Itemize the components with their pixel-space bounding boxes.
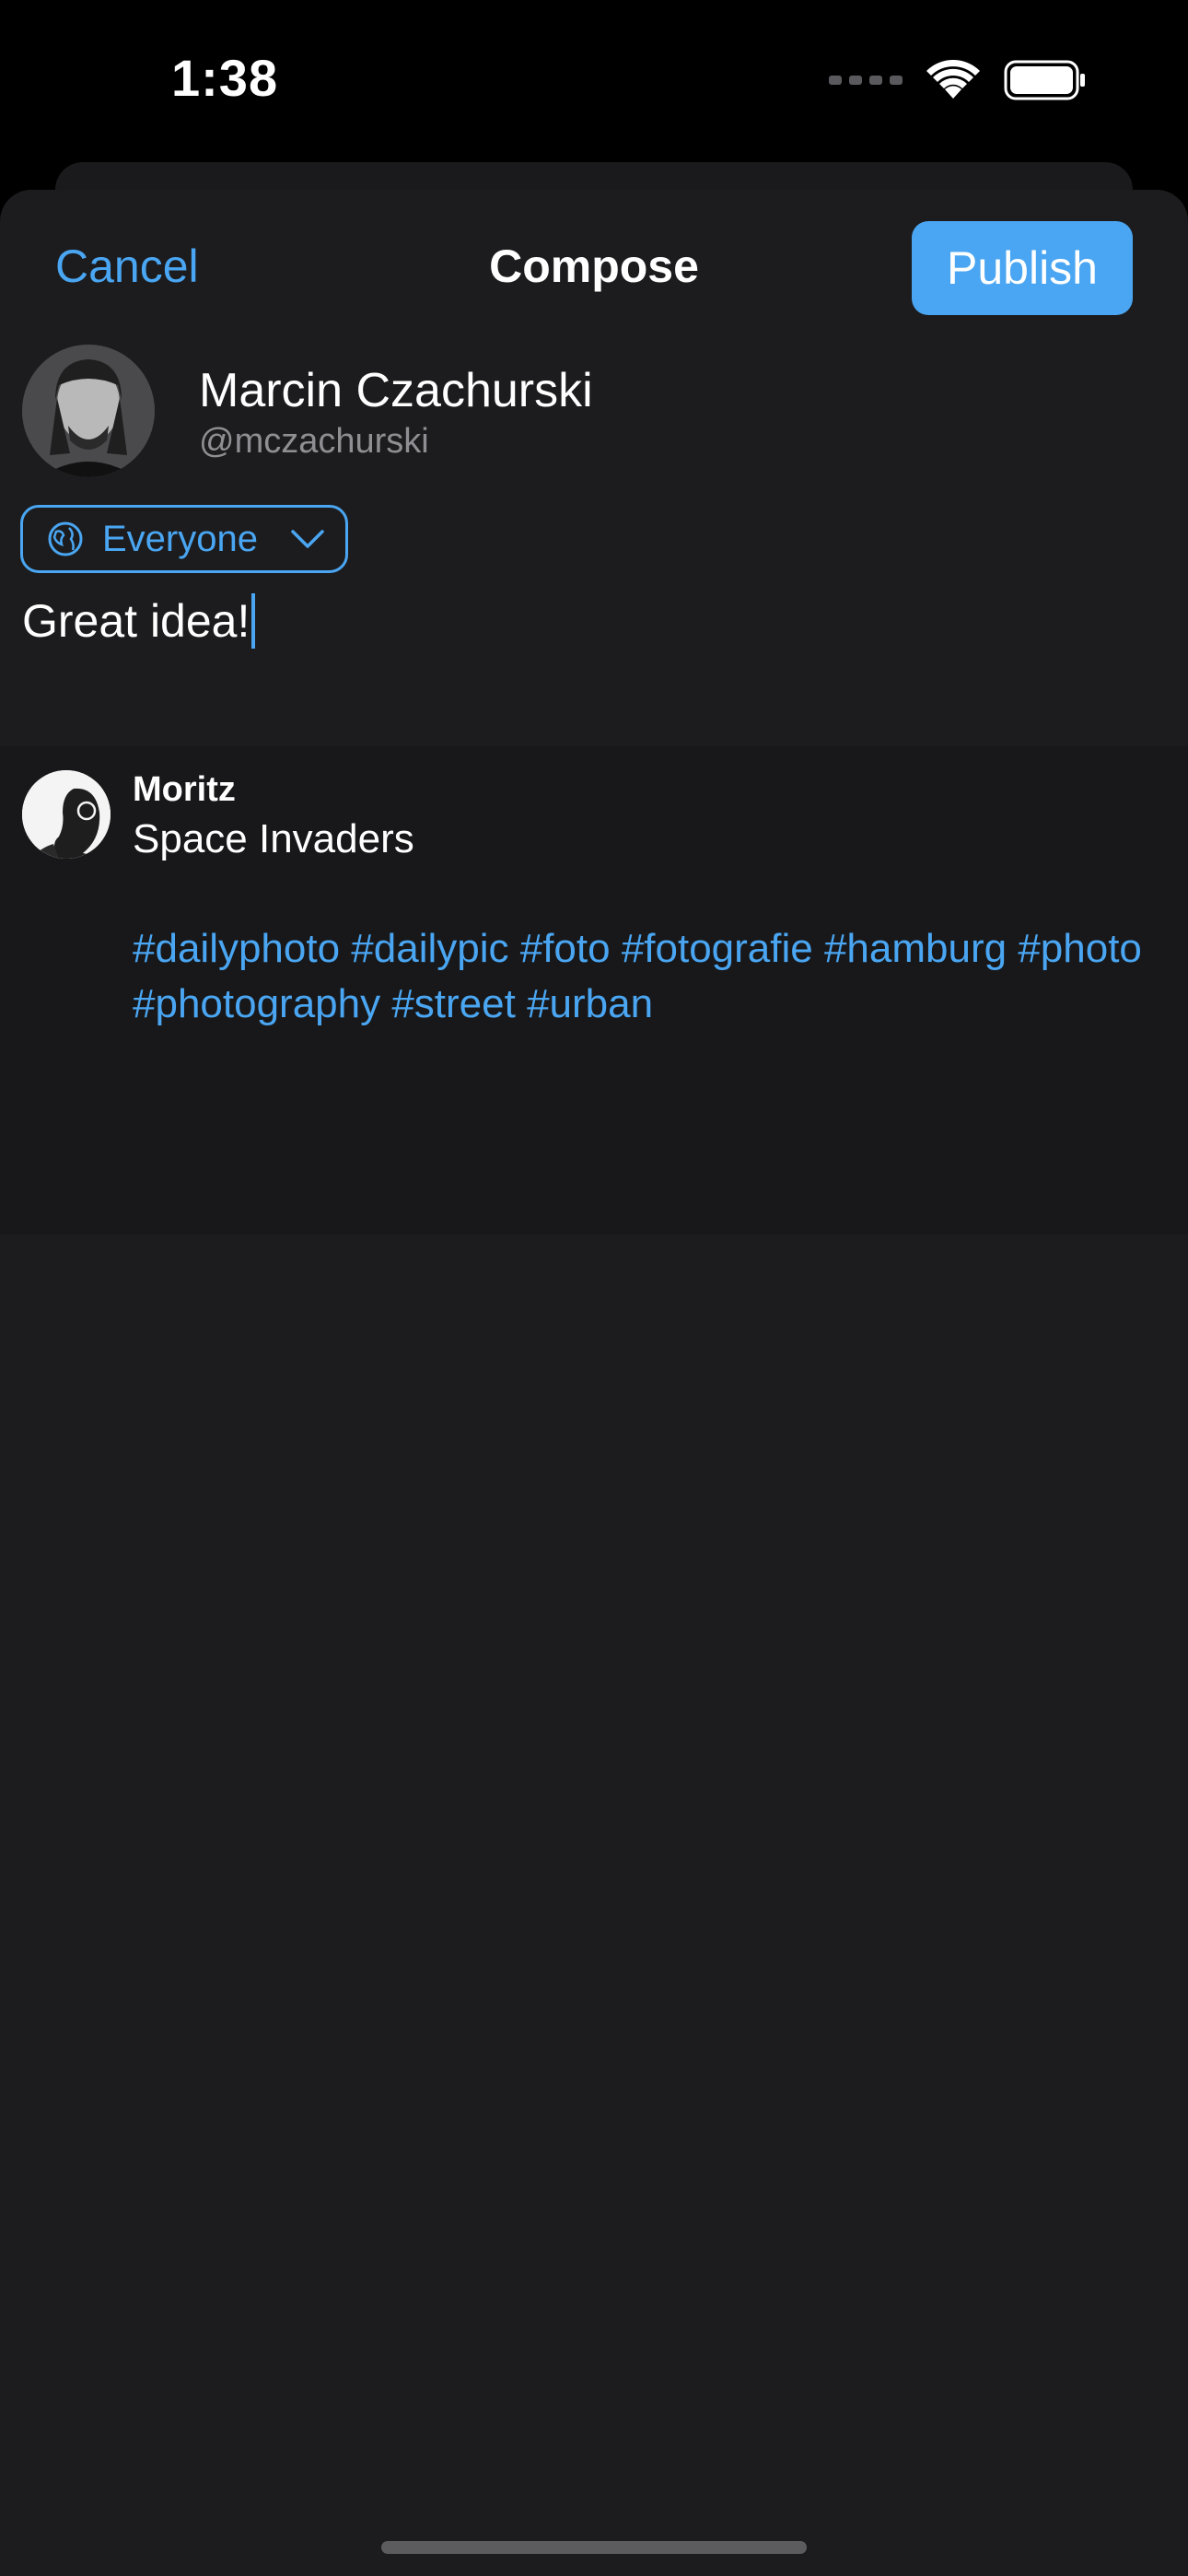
compose-text-value: Great idea!: [22, 595, 250, 647]
quoted-author: Moritz: [133, 770, 236, 809]
text-caret: [251, 593, 256, 649]
chevron-down-icon: [291, 530, 324, 548]
quoted-hashtags[interactable]: #dailyphoto #dailypic #foto #fotografie …: [133, 921, 1146, 1032]
quoted-avatar: [22, 770, 111, 859]
status-time: 1:38: [171, 49, 279, 107]
author-handle: @mczachurski: [199, 422, 429, 461]
compose-sheet: Cancel Compose Publish Marcin Czachurski…: [0, 190, 1188, 2576]
quoted-post[interactable]: Moritz Space Invaders #dailyphoto #daily…: [0, 746, 1188, 1235]
quoted-title: Space Invaders: [133, 816, 414, 861]
avatar: [22, 345, 155, 477]
publish-button[interactable]: Publish: [912, 221, 1133, 315]
globe-icon: [48, 521, 83, 556]
compose-text-input[interactable]: Great idea!: [22, 593, 256, 649]
status-icons: [829, 57, 1087, 103]
author-name: Marcin Czachurski: [199, 364, 593, 417]
wifi-icon: [926, 60, 980, 99]
battery-icon: [1004, 60, 1085, 100]
visibility-picker[interactable]: Everyone: [20, 505, 348, 573]
visibility-label: Everyone: [102, 518, 258, 559]
cellular-signal-icon: [829, 76, 903, 85]
home-indicator[interactable]: [381, 2541, 807, 2554]
status-bar: 1:38: [0, 0, 1188, 162]
cancel-button[interactable]: Cancel: [55, 240, 199, 293]
